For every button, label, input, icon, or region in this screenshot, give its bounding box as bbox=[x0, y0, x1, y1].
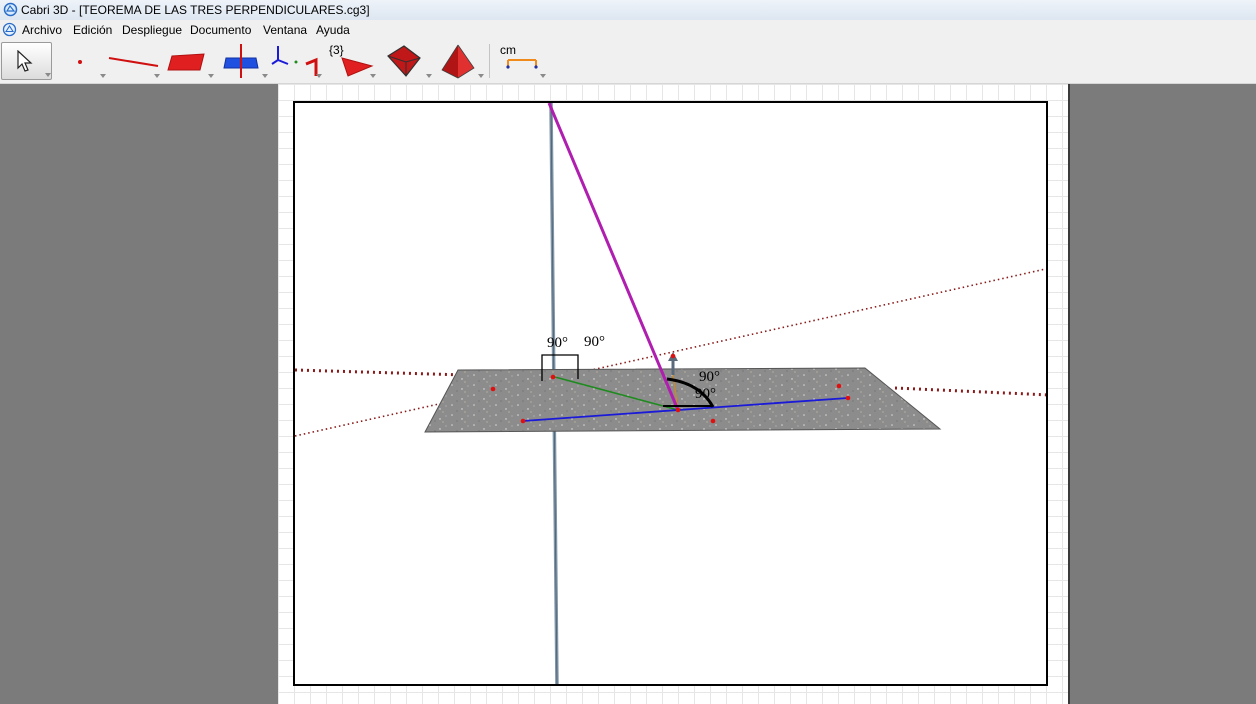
menu-archivo[interactable]: Archivo bbox=[22, 23, 62, 37]
angle-label: 90° bbox=[584, 334, 605, 350]
curve-tool-button[interactable] bbox=[106, 42, 160, 80]
point-tool-button[interactable] bbox=[72, 42, 106, 80]
chevron-down-icon bbox=[316, 74, 322, 78]
angle-label: 90° bbox=[699, 369, 720, 385]
chevron-down-icon bbox=[540, 74, 546, 78]
angle-label: 90° bbox=[547, 335, 568, 351]
menu-ventana[interactable]: Ventana bbox=[263, 23, 307, 37]
3d-view-canvas[interactable]: 90° 90° 90° 90° bbox=[293, 101, 1048, 686]
chevron-down-icon bbox=[478, 74, 484, 78]
menu-despliegue[interactable]: Despliegue bbox=[122, 23, 182, 37]
toolbar: {3} cm bbox=[0, 40, 1256, 84]
surface-tool-button[interactable] bbox=[166, 42, 214, 80]
plane-icon bbox=[167, 53, 205, 71]
oblique-segment[interactable] bbox=[547, 103, 680, 411]
triangle-icon bbox=[341, 57, 374, 77]
title-bar: Cabri 3D - [TEOREMA DE LAS TRES PERPENDI… bbox=[0, 0, 1256, 21]
point[interactable] bbox=[845, 395, 851, 401]
chevron-down-icon bbox=[262, 74, 268, 78]
relative-construction-tool-button[interactable] bbox=[222, 42, 268, 80]
pyramid-icon bbox=[441, 44, 475, 79]
chevron-down-icon bbox=[154, 74, 160, 78]
point-icon bbox=[78, 60, 82, 64]
menu-ayuda[interactable]: Ayuda bbox=[316, 23, 350, 37]
menu-edicion[interactable]: Edición bbox=[73, 23, 112, 37]
chevron-down-icon bbox=[370, 74, 376, 78]
menu-documento[interactable]: Documento bbox=[190, 23, 251, 37]
point[interactable] bbox=[550, 374, 556, 380]
point[interactable] bbox=[836, 383, 842, 389]
arrow-pointer-icon bbox=[17, 50, 33, 72]
3d-scene[interactable] bbox=[295, 103, 1048, 686]
document-icon[interactable] bbox=[2, 22, 17, 37]
transformation-icon bbox=[271, 46, 318, 76]
point[interactable] bbox=[490, 386, 496, 392]
polyhedron-icon bbox=[387, 45, 421, 77]
line-icon bbox=[108, 57, 159, 67]
transformation-tool-button[interactable] bbox=[270, 42, 322, 80]
ruler-icon bbox=[506, 59, 538, 69]
polyhedron-tool-button[interactable] bbox=[384, 42, 432, 80]
point[interactable] bbox=[670, 353, 676, 359]
point[interactable] bbox=[520, 418, 526, 424]
menu-bar: Archivo Edición Despliegue Documento Ven… bbox=[0, 20, 1256, 40]
point[interactable] bbox=[710, 418, 716, 424]
regular-polyhedron-tool-button[interactable] bbox=[438, 42, 484, 80]
window-title: Cabri 3D - [TEOREMA DE LAS TRES PERPENDI… bbox=[21, 3, 370, 17]
dotted-line-left[interactable] bbox=[295, 368, 466, 377]
cabri-app-icon bbox=[3, 2, 18, 17]
toolbar-separator bbox=[489, 44, 490, 78]
perpendicular-plane-icon bbox=[223, 44, 259, 78]
chevron-down-icon bbox=[45, 73, 51, 77]
chevron-down-icon bbox=[426, 74, 432, 78]
measure-tool-button[interactable]: cm bbox=[498, 42, 546, 80]
plane[interactable] bbox=[424, 367, 942, 433]
regular-polygon-tool-button[interactable]: {3} bbox=[326, 42, 376, 80]
dotted-line-right[interactable] bbox=[894, 386, 1048, 397]
page-shadow bbox=[1068, 84, 1070, 704]
angle-label: 90° bbox=[695, 386, 716, 402]
select-tool-button[interactable] bbox=[1, 42, 52, 80]
chevron-down-icon bbox=[208, 74, 214, 78]
point[interactable] bbox=[675, 407, 681, 413]
